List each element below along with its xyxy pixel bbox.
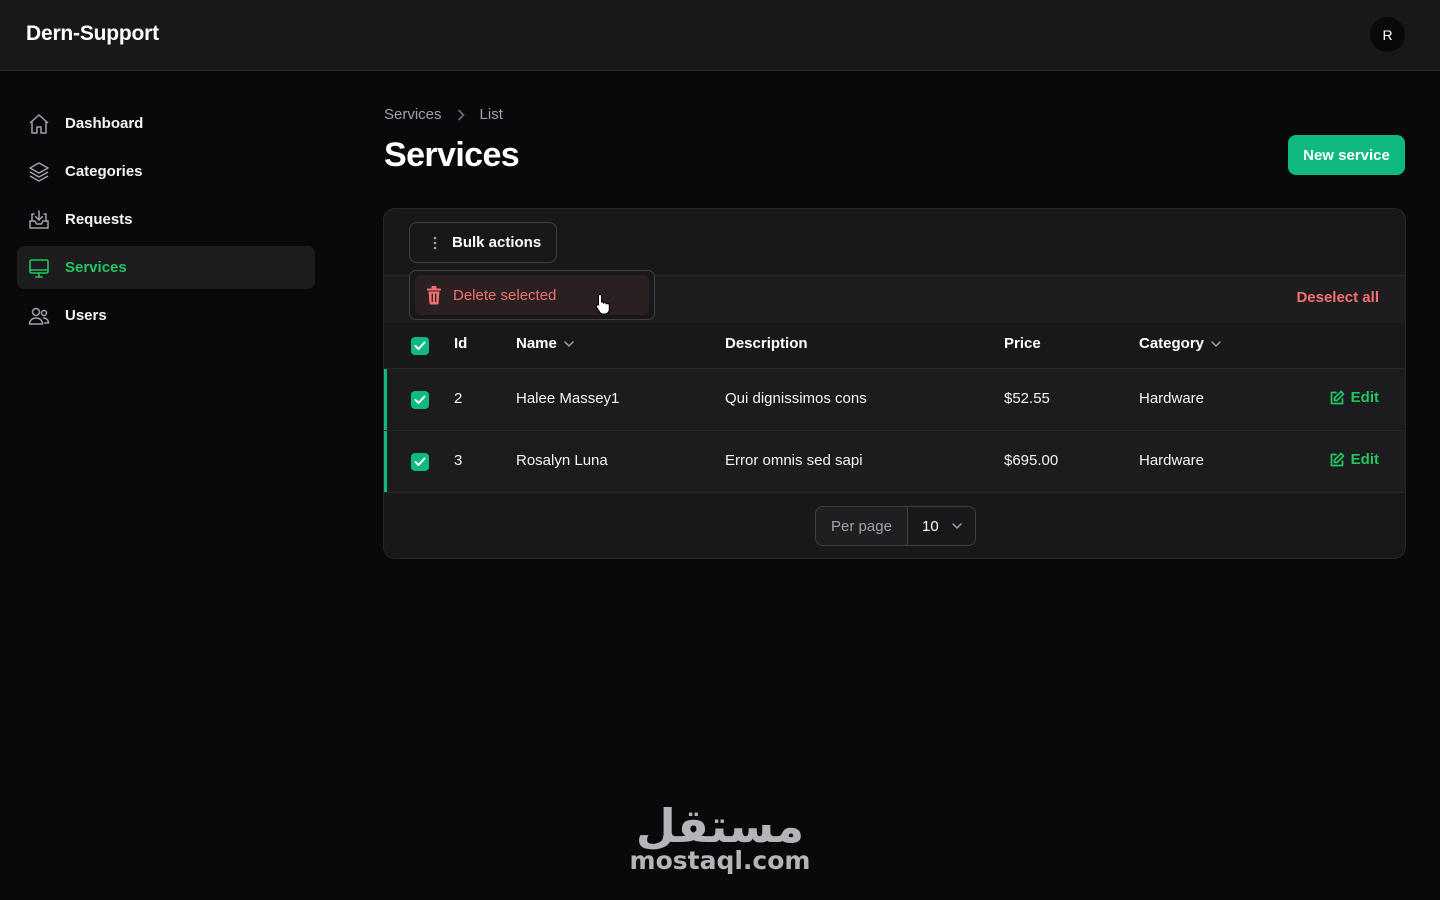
top-bar: Dern-Support R: [0, 0, 1440, 71]
cell-category: Hardware: [1139, 452, 1205, 469]
sidebar-item-label: Services: [65, 259, 127, 276]
chevron-down-icon: [563, 340, 575, 348]
table-row: 3 Rosalyn Luna Error omnis sed sapi $695…: [384, 431, 1405, 493]
cell-price: $52.55: [1004, 390, 1050, 407]
row-checkbox[interactable]: [411, 453, 429, 471]
cell-description: Qui dignissimos cons: [725, 390, 867, 407]
watermark-logo: مستقل mostaql.com: [0, 800, 1440, 874]
sidebar-item-label: Dashboard: [65, 115, 144, 132]
brand-logo[interactable]: Dern-Support: [26, 22, 159, 46]
watermark-arabic: مستقل: [635, 799, 805, 853]
sidebar-item-services[interactable]: Services: [17, 246, 315, 289]
delete-selected-button[interactable]: Delete selected: [415, 275, 649, 315]
sidebar-item-label: Categories: [65, 163, 143, 180]
breadcrumb: Services List: [384, 106, 503, 123]
cell-price: $695.00: [1004, 452, 1059, 469]
new-service-button[interactable]: New service: [1288, 135, 1405, 175]
inbox-icon: [27, 208, 51, 232]
edit-icon: [1329, 390, 1345, 406]
monitor-icon: [27, 256, 51, 280]
breadcrumb-current: List: [479, 106, 503, 123]
bulk-actions-dropdown: Delete selected: [409, 270, 655, 320]
watermark-latin: mostaql.com: [629, 846, 811, 875]
sidebar-item-users[interactable]: Users: [17, 294, 315, 337]
row-checkbox[interactable]: [411, 391, 429, 409]
column-header-label: Category: [1139, 335, 1205, 352]
sidebar-item-label: Users: [65, 307, 107, 324]
vertical-dots-icon: [428, 235, 442, 251]
deselect-all-button[interactable]: Deselect all: [1296, 289, 1379, 306]
bulk-actions-button[interactable]: Bulk actions: [409, 222, 557, 263]
per-page-select[interactable]: Per page 10: [815, 506, 976, 546]
per-page-value[interactable]: 10: [908, 507, 975, 545]
sidebar-item-categories[interactable]: Categories: [17, 150, 315, 193]
edit-icon: [1329, 452, 1345, 468]
sidebar-item-dashboard[interactable]: Dashboard: [17, 102, 315, 145]
chevron-down-icon: [1210, 340, 1222, 348]
breadcrumb-link-services[interactable]: Services: [384, 106, 442, 123]
sidebar: Dashboard Categories Requests Services U…: [17, 102, 315, 342]
column-header-label: Name: [516, 335, 557, 352]
user-avatar[interactable]: R: [1370, 17, 1405, 52]
layers-icon: [27, 160, 51, 184]
services-table-card: Bulk actions Deselect all Delete selecte…: [383, 208, 1406, 559]
cell-id: 2: [454, 390, 463, 407]
table-header: Id Name Description Price Category: [384, 323, 1405, 369]
select-all-checkbox[interactable]: [411, 337, 429, 355]
trash-icon: [425, 285, 443, 305]
column-header-price: Price: [1004, 335, 1041, 352]
per-page-label: Per page: [816, 507, 908, 545]
users-icon: [27, 304, 51, 328]
table-row: 2 Halee Massey1 Qui dignissimos cons $52…: [384, 369, 1405, 431]
column-header-id: Id: [454, 335, 468, 352]
cell-name: Halee Massey1: [516, 390, 620, 407]
cell-name: Rosalyn Luna: [516, 452, 608, 469]
delete-selected-label: Delete selected: [453, 286, 557, 304]
home-icon: [27, 112, 51, 136]
edit-label: Edit: [1350, 451, 1379, 468]
sidebar-item-requests[interactable]: Requests: [17, 198, 315, 241]
cell-category: Hardware: [1139, 390, 1205, 407]
sidebar-item-label: Requests: [65, 211, 133, 228]
cell-description: Error omnis sed sapi: [725, 452, 863, 469]
column-header-name[interactable]: Name: [516, 335, 575, 352]
cell-id: 3: [454, 452, 463, 469]
bulk-actions-label: Bulk actions: [452, 234, 542, 251]
column-header-category[interactable]: Category: [1139, 335, 1222, 352]
edit-button[interactable]: Edit: [1329, 389, 1379, 406]
chevron-down-icon: [951, 522, 963, 530]
edit-label: Edit: [1350, 389, 1379, 406]
hand-cursor-icon: [595, 293, 611, 315]
edit-button[interactable]: Edit: [1329, 451, 1379, 468]
chevron-right-icon: [456, 109, 466, 121]
per-page-number: 10: [922, 517, 939, 535]
column-header-description: Description: [725, 335, 808, 352]
page-title: Services: [384, 136, 520, 174]
